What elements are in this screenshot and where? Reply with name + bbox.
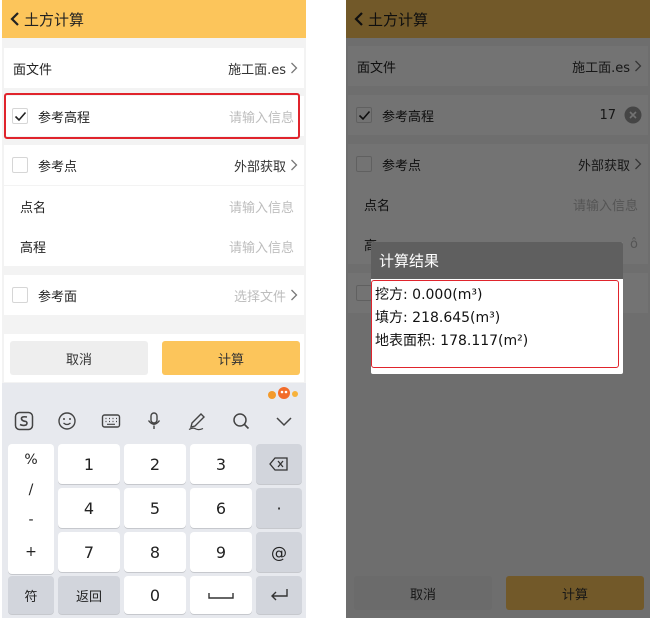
button-bar: 取消 计算 [4,334,304,382]
space-icon [208,593,234,599]
collapse-icon[interactable] [274,411,294,431]
elevation-label: 高程 [20,240,47,256]
emoji-icon[interactable] [57,411,77,431]
keyboard-icon[interactable] [101,411,121,431]
ref-surface-row: 参考面 选择文件 [4,275,304,315]
title-bar: 土方计算 [2,0,306,38]
key-5[interactable]: 5 [124,488,186,528]
surface-file-row[interactable]: 面文件 施工面.es [4,48,304,88]
symbol-key[interactable]: % [8,452,54,468]
ref-point-checkbox[interactable] [12,157,28,173]
enter-key[interactable] [256,576,302,614]
ref-point-row: 参考点 外部获取 [4,145,304,185]
key-2[interactable]: 2 [124,444,186,484]
surface-file-value[interactable]: 施工面.es [228,59,298,78]
elevation-row: 高程 请输入信息 [4,226,304,266]
cancel-button[interactable]: 取消 [10,341,148,375]
backspace-icon [269,457,288,471]
microphone-icon[interactable] [144,411,164,431]
ref-surface-checkbox[interactable] [12,287,28,303]
key-3[interactable]: 3 [190,444,252,484]
dot-key[interactable]: · [256,488,302,528]
sogou-logo-icon[interactable] [14,411,34,431]
highlight-box [4,93,300,139]
return-key[interactable]: 返回 [58,576,120,614]
chevron-right-icon [291,62,298,74]
mascot-icon [268,387,298,399]
dialog-title: 计算结果 [371,242,623,279]
delete-key[interactable] [256,444,302,484]
compute-button[interactable]: 计算 [162,341,300,375]
key-7[interactable]: 7 [58,532,120,572]
enter-icon [271,589,288,601]
chevron-right-icon [291,159,298,171]
symbol-column[interactable]: % / - + [8,444,54,574]
back-arrow-icon[interactable] [8,12,22,26]
key-1[interactable]: 1 [58,444,120,484]
ref-surface-value[interactable]: 选择文件 [234,286,298,305]
key-8[interactable]: 8 [124,532,186,572]
handwriting-icon[interactable] [187,411,207,431]
search-icon[interactable] [231,411,251,431]
symbol-switch-key[interactable]: 符 [8,576,54,614]
point-name-row: 点名 请输入信息 [4,186,304,226]
separator-gap [306,0,346,618]
left-screen: 土方计算 面文件 施工面.es 参考高程 请输入信息 参考点 外部获取 点名 请… [2,0,306,618]
at-key[interactable]: @ [256,532,302,572]
key-6[interactable]: 6 [190,488,252,528]
space-key[interactable] [190,576,252,614]
highlight-box [371,280,619,368]
symbol-key[interactable]: + [8,544,54,560]
keyboard-toolbar [2,401,306,441]
symbol-key[interactable]: / [8,482,54,498]
elevation-input[interactable]: 请输入信息 [229,237,294,256]
key-4[interactable]: 4 [58,488,120,528]
right-screen: 土方计算 面文件 施工面.es 参考高程 17 参考点 外部获取 点名 请输入信… [346,0,650,618]
key-9[interactable]: 9 [190,532,252,572]
point-name-label: 点名 [20,200,47,216]
ref-point-value[interactable]: 外部获取 [234,156,298,175]
point-name-input[interactable]: 请输入信息 [229,197,294,216]
chevron-right-icon [291,289,298,301]
ref-surface-label: 参考面 [38,289,78,305]
ref-point-label: 参考点 [38,159,78,175]
symbol-key[interactable]: - [8,512,54,528]
surface-file-label: 面文件 [13,62,53,78]
page-title: 土方计算 [24,10,85,29]
key-0[interactable]: 0 [124,576,186,614]
